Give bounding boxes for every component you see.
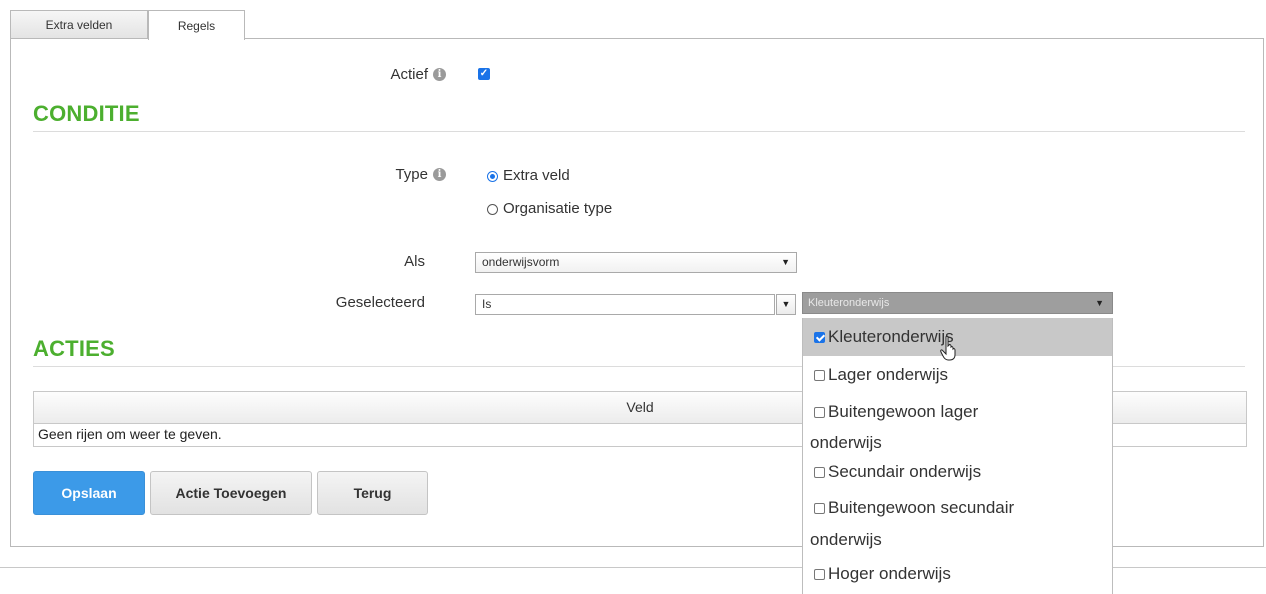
checkbox-icon[interactable] xyxy=(814,467,825,479)
checkbox-icon[interactable] xyxy=(814,503,825,515)
operator-select[interactable]: Is xyxy=(475,294,775,315)
radio-organisatie-type[interactable] xyxy=(487,204,498,215)
values-multiselect[interactable]: Kleuteronderwijs ▼ xyxy=(802,292,1113,314)
chevron-down-icon: ▼ xyxy=(781,257,790,267)
als-select-value: onderwijsvorm xyxy=(482,255,560,269)
tab-extra-velden[interactable]: Extra velden xyxy=(10,10,148,39)
geselecteerd-label: Geselecteerd xyxy=(335,294,425,311)
option-label: Hoger onderwijs xyxy=(828,564,951,583)
back-button-label: Terug xyxy=(353,485,392,501)
checkbox-icon[interactable] xyxy=(814,407,825,419)
info-icon: i xyxy=(433,168,446,181)
conditie-title: CONDITIE xyxy=(33,101,140,126)
actief-checkbox[interactable]: ✓ xyxy=(478,68,490,80)
grid-empty-text: Geen rijen om weer te geven. xyxy=(38,426,222,442)
option-label: Secundair onderwijs xyxy=(828,462,982,481)
radio-extra-veld-label: Extra veld xyxy=(503,167,570,184)
operator-select-value: Is xyxy=(482,297,492,311)
radio-extra-veld[interactable] xyxy=(487,171,498,182)
add-action-button[interactable]: Actie Toevoegen xyxy=(150,471,312,515)
als-select[interactable]: onderwijsvorm ▼ xyxy=(475,252,797,273)
back-button[interactable]: Terug xyxy=(317,471,428,515)
tab-regels[interactable]: Regels xyxy=(148,10,245,40)
checkbox-icon[interactable] xyxy=(814,332,825,344)
radio-organisatie-type-label: Organisatie type xyxy=(503,200,613,217)
option-label: Lager onderwijs xyxy=(828,365,949,384)
type-label: Type xyxy=(395,166,428,183)
checkbox-icon[interactable] xyxy=(814,569,825,581)
info-icon: i xyxy=(433,68,446,81)
option-label-continued: onderwijs xyxy=(810,433,882,452)
mouse-cursor-icon xyxy=(940,336,956,361)
list-item[interactable]: Secundair onderwijs xyxy=(803,455,1112,491)
chevron-down-icon: ▼ xyxy=(781,299,791,309)
operator-dropdown-button[interactable]: ▼ xyxy=(776,294,796,315)
save-button-label: Opslaan xyxy=(61,485,117,501)
tab-regels-label: Regels xyxy=(177,18,216,33)
acties-title: ACTIES xyxy=(33,336,115,361)
als-label: Als xyxy=(404,253,425,270)
option-label: Buitengewoon lager xyxy=(828,402,979,421)
tab-extra-velden-label: Extra velden xyxy=(45,18,113,32)
option-label-continued: onderwijs xyxy=(810,530,882,549)
conditie-divider xyxy=(33,131,1245,132)
option-label: Buitengewoon secundair xyxy=(828,498,1015,517)
actief-label: Actief xyxy=(390,66,428,83)
list-item[interactable]: Hoger onderwijs xyxy=(803,561,1112,594)
chevron-down-icon: ▼ xyxy=(1095,298,1104,308)
save-button[interactable]: Opslaan xyxy=(33,471,145,515)
list-item[interactable]: Buitengewoon secundair onderwijs xyxy=(803,491,1112,561)
grid-column-veld: Veld xyxy=(626,399,654,415)
add-action-button-label: Actie Toevoegen xyxy=(175,485,287,501)
values-multiselect-value: Kleuteronderwijs xyxy=(808,297,890,309)
checkbox-icon[interactable] xyxy=(814,370,825,382)
option-label: Kleuteronderwijs xyxy=(828,327,954,346)
list-item[interactable]: Buitengewoon lager onderwijs xyxy=(803,393,1112,455)
